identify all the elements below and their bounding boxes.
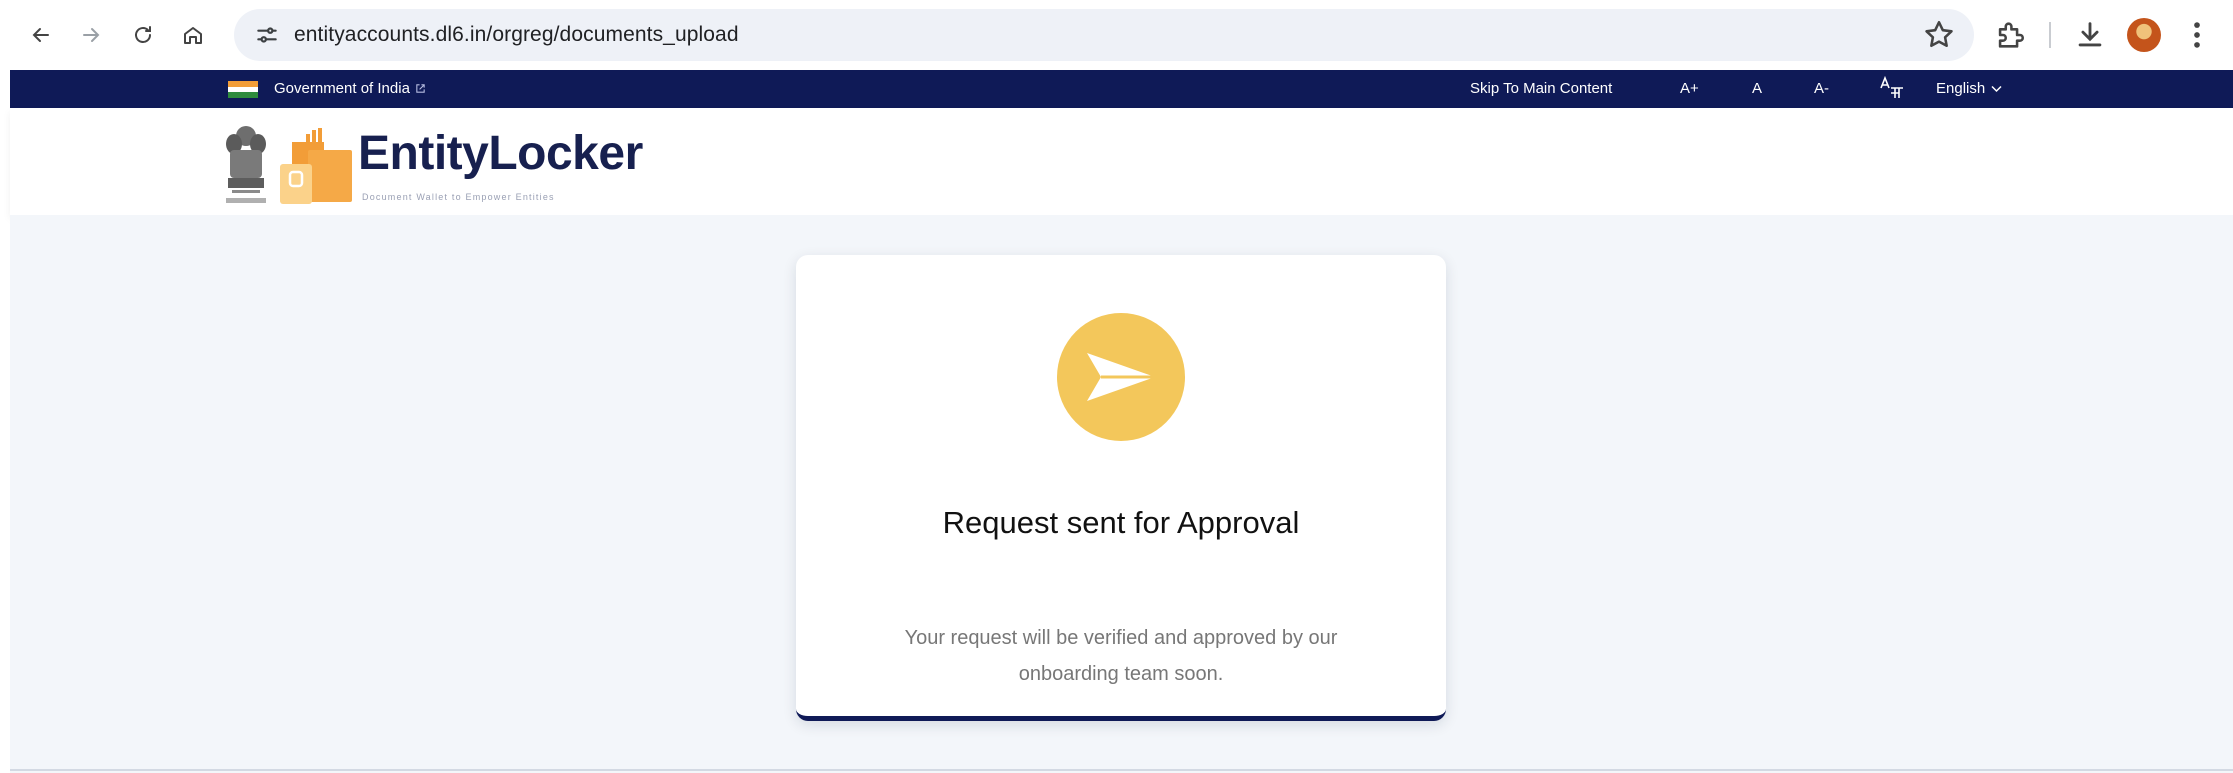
card-title: Request sent for Approval bbox=[942, 505, 1300, 540]
language-label[interactable]: English bbox=[1936, 80, 1985, 97]
external-link-icon bbox=[416, 84, 425, 93]
government-link[interactable]: Government of India bbox=[274, 80, 426, 97]
government-bar: Government of India Skip To Main Content… bbox=[10, 70, 2233, 108]
government-label[interactable]: Government of India bbox=[274, 80, 410, 97]
extensions-icon[interactable] bbox=[1993, 18, 2027, 52]
message-line-1: Your request will be verified and approv… bbox=[904, 627, 1338, 649]
forward-arrow-icon[interactable] bbox=[74, 18, 108, 52]
site-info-icon[interactable] bbox=[254, 22, 280, 48]
card-message: Your request will be verified and approv… bbox=[796, 620, 1446, 692]
brand-name[interactable]: EntityLocker bbox=[358, 126, 643, 181]
more-menu-icon[interactable] bbox=[2180, 18, 2214, 52]
national-emblem-icon bbox=[226, 126, 266, 203]
font-normal-button[interactable]: A bbox=[1752, 80, 1762, 97]
language-selector[interactable]: English bbox=[1936, 80, 2002, 97]
download-icon[interactable] bbox=[2073, 18, 2107, 52]
back-arrow-icon[interactable] bbox=[24, 18, 58, 52]
india-flag-icon bbox=[228, 81, 258, 98]
message-line-2: onboarding team soon. bbox=[1018, 663, 1224, 685]
site-header: EntityLocker Document Wallet to Empower … bbox=[10, 108, 2233, 215]
font-increase-button[interactable]: A+ bbox=[1680, 80, 1699, 97]
browser-toolbar: entityaccounts.dl6.in/orgreg/documents_u… bbox=[0, 0, 2233, 70]
bookmark-star-icon[interactable] bbox=[1922, 18, 1956, 52]
home-icon[interactable] bbox=[176, 18, 210, 52]
font-decrease-button[interactable]: A- bbox=[1814, 80, 1829, 97]
profile-avatar[interactable] bbox=[2127, 18, 2161, 52]
reload-icon[interactable] bbox=[126, 18, 160, 52]
brand-tagline: Document Wallet to Empower Entities bbox=[362, 192, 555, 202]
url-text[interactable]: entityaccounts.dl6.in/orgreg/documents_u… bbox=[294, 23, 739, 47]
skip-to-main-link[interactable]: Skip To Main Content bbox=[1470, 80, 1612, 97]
translate-icon[interactable] bbox=[1878, 76, 1906, 102]
chevron-down-icon bbox=[1991, 85, 2002, 92]
send-icon bbox=[1057, 313, 1185, 441]
entitylocker-logo-icon bbox=[280, 128, 352, 204]
bottom-divider bbox=[10, 769, 2233, 771]
approval-card: Request sent for Approval Your request w… bbox=[796, 255, 1446, 721]
address-bar[interactable]: entityaccounts.dl6.in/orgreg/documents_u… bbox=[234, 9, 1974, 61]
toolbar-divider bbox=[2049, 22, 2051, 48]
main-content: Request sent for Approval Your request w… bbox=[10, 215, 2233, 773]
